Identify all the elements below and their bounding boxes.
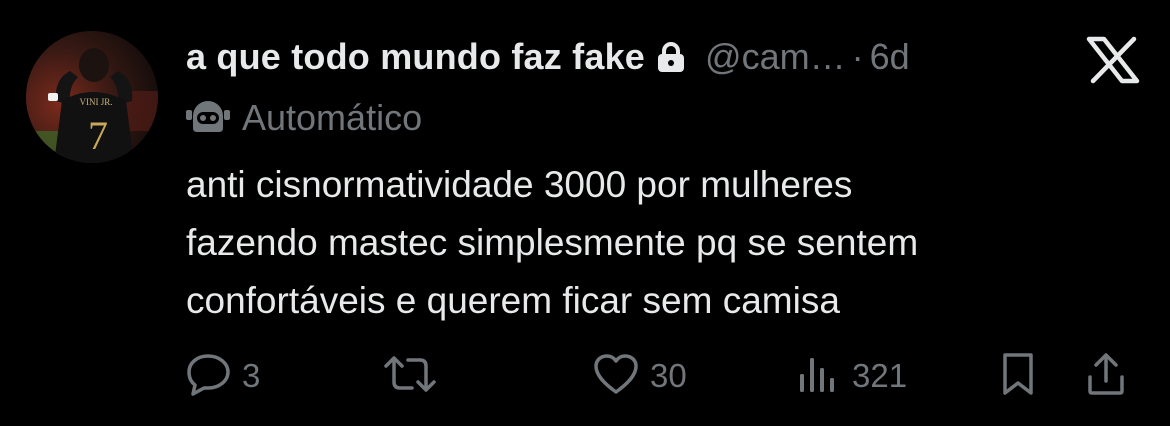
like-count: 30	[650, 357, 687, 394]
like-button[interactable]: 30	[592, 352, 687, 400]
reply-icon	[186, 352, 232, 401]
automated-label: Automático	[242, 97, 423, 138]
views-count: 321	[852, 357, 908, 394]
views-button[interactable]: 321	[796, 352, 907, 400]
action-bar: 3 30 321	[186, 352, 1136, 400]
heart-icon	[592, 352, 640, 401]
tweet-text: anti cisnormatividade 3000 por mulheres …	[186, 156, 1146, 330]
tweet-text-line: confortáveis e querem ficar sem camisa	[186, 280, 840, 321]
avatar-jersey-number: 7	[88, 113, 108, 158]
post-time[interactable]: 6d	[870, 36, 910, 78]
views-icon	[796, 352, 842, 401]
display-name[interactable]: a que todo mundo faz fake	[186, 36, 645, 78]
user-handle[interactable]: @cam…	[705, 36, 846, 78]
share-icon	[1086, 351, 1126, 402]
repost-icon	[382, 352, 438, 401]
lock-icon	[657, 41, 685, 73]
avatar[interactable]: VINI JR. 7	[26, 31, 158, 163]
bookmark-button[interactable]	[998, 352, 1038, 400]
bookmark-icon	[998, 351, 1038, 402]
repost-button[interactable]	[382, 352, 448, 400]
automated-badge: Automático	[186, 96, 422, 140]
separator-dot: ·	[851, 36, 864, 77]
avatar-jersey-name: VINI JR.	[80, 97, 113, 107]
share-button[interactable]	[1086, 352, 1126, 400]
tweet-text-line: fazendo mastec simplesmente pq se sentem	[186, 222, 919, 263]
tweet-header: a que todo mundo faz fake @cam… · 6d	[186, 30, 910, 84]
reply-count: 3	[242, 357, 261, 394]
reply-button[interactable]: 3	[186, 352, 260, 400]
x-logo-icon[interactable]	[1086, 36, 1140, 89]
tweet-text-line: anti cisnormatividade 3000 por mulheres	[186, 164, 853, 205]
robot-icon	[186, 96, 230, 141]
avatar-image: VINI JR. 7	[26, 31, 158, 163]
